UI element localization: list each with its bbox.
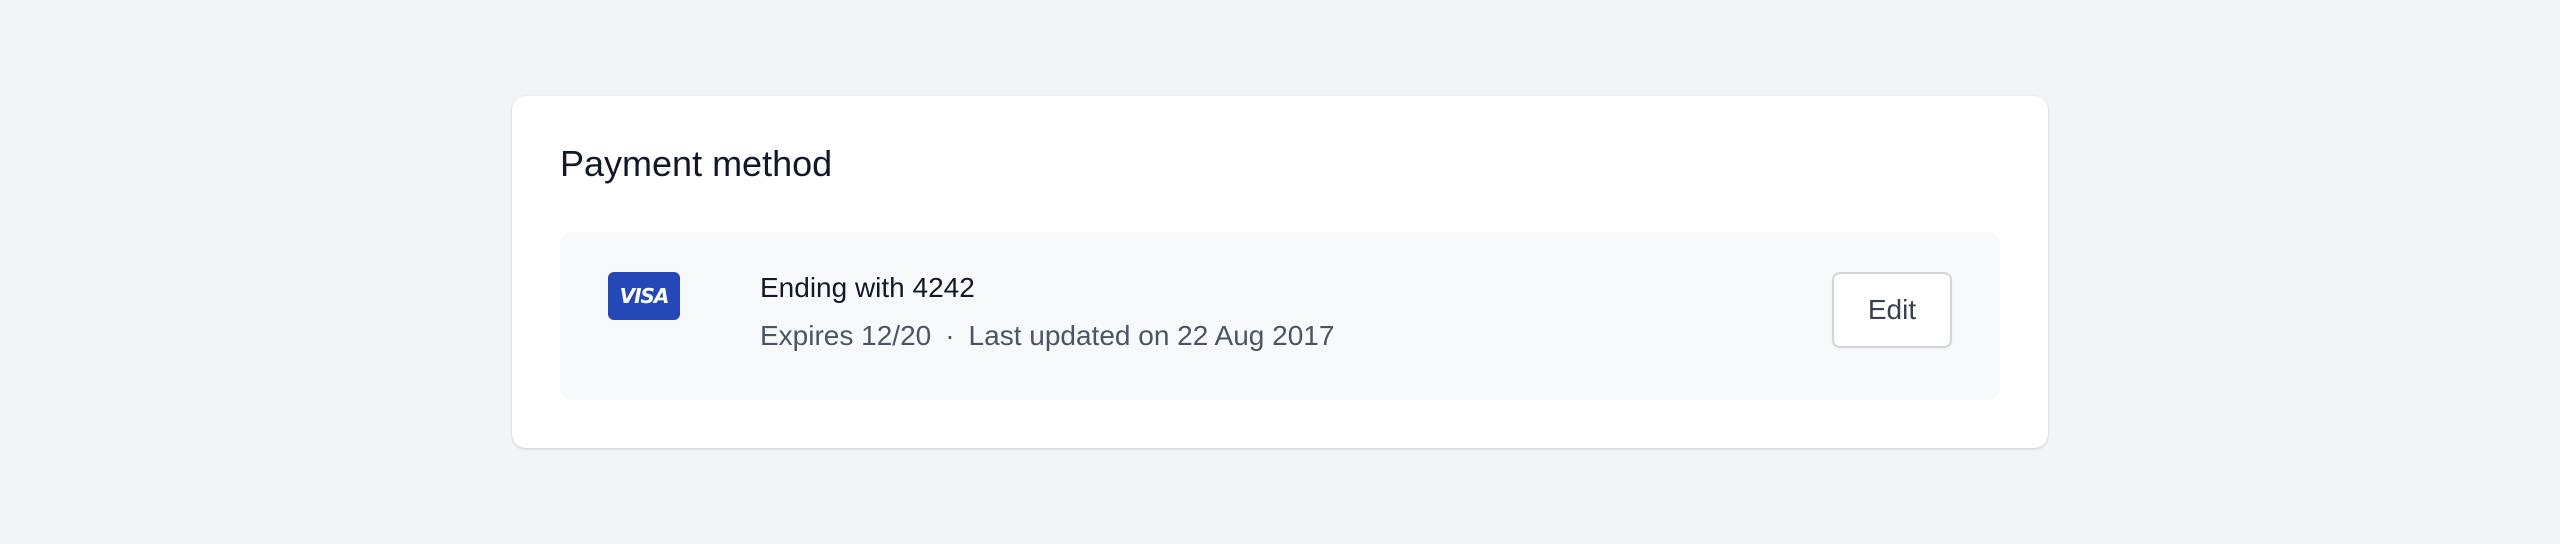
card-expiry-text: Expires 12/20 — [760, 320, 932, 351]
meta-separator: · — [945, 320, 955, 351]
payment-method-title: Payment method — [560, 143, 833, 184]
payment-method-item: VISA Ending with 4242 Expires 12/20 · Last… — [560, 232, 2000, 400]
visa-card-brand-label: VISA — [619, 284, 670, 308]
card-last-updated-text: Last updated on 22 Aug 2017 — [968, 320, 1335, 351]
card-info: Ending with 4242 Expires 12/20 · Last upda… — [760, 270, 1334, 354]
visa-card-icon: VISA — [608, 272, 680, 320]
card-meta: Expires 12/20 · Last updated on 22 Aug 201… — [760, 318, 1334, 354]
payment-method-card: Payment method VISA Ending with 4242 Exp… — [512, 96, 2048, 448]
card-ending-text: Ending with 4242 — [760, 272, 975, 303]
edit-payment-method-button[interactable]: Edit — [1832, 272, 1952, 348]
page: Payment method VISA Ending with 4242 Exp… — [0, 0, 2560, 544]
